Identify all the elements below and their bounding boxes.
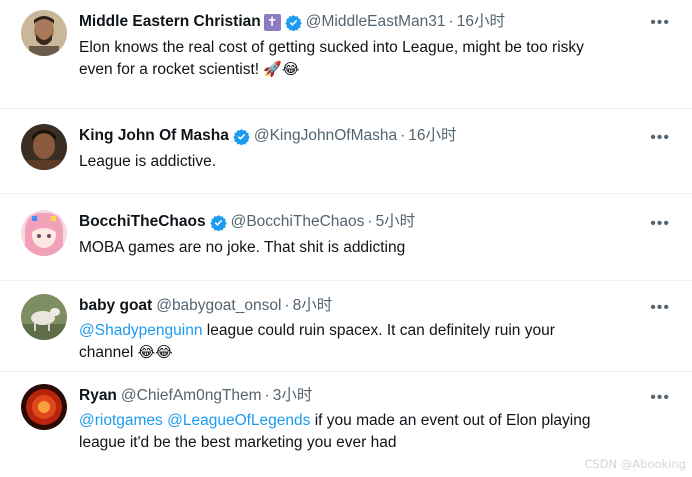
verified-badge-icon [285, 14, 302, 31]
more-options-icon[interactable]: ••• [650, 390, 670, 406]
reply-text: @Shadypenguinn league could ruin spacex.… [79, 320, 659, 364]
more-options-icon[interactable]: ••• [650, 216, 670, 232]
avatar[interactable] [21, 10, 67, 56]
handle[interactable]: @ChiefAm0ngThem [121, 386, 262, 406]
handle[interactable]: @babygoat_onsol [156, 296, 281, 316]
emoji-laugh: 😂😂 [137, 344, 173, 361]
display-name[interactable]: baby goat [79, 296, 152, 316]
mention-link[interactable]: @riotgames [79, 412, 163, 429]
reply-text: MOBA games are no joke. That shit is add… [79, 239, 406, 256]
more-options-icon[interactable]: ••• [650, 130, 670, 146]
reply-header: baby goat @babygoat_onsol · 8小时 [79, 296, 332, 316]
reply-header: King John Of Masha @KingJohnOfMasha · 16… [79, 126, 457, 146]
display-name[interactable]: King John Of Masha [79, 126, 229, 146]
divider [0, 193, 692, 194]
separator-dot: · [400, 127, 406, 144]
separator-dot: · [448, 13, 454, 30]
reply-text-fragment: channel [79, 344, 134, 361]
avatar[interactable] [21, 210, 67, 256]
separator-dot: · [264, 387, 270, 404]
timestamp[interactable]: 16小时 [457, 12, 505, 32]
watermark: CSDN @Abooking [584, 457, 686, 471]
emoji-rocket-laugh: 🚀😂 [263, 61, 300, 78]
avatar-image [21, 294, 67, 340]
more-options-icon[interactable]: ••• [650, 15, 670, 31]
separator-dot: · [367, 213, 373, 230]
mention-link[interactable]: @LeagueOfLegends [167, 412, 310, 429]
reply-header: BocchiTheChaos @BocchiTheChaos · 5小时 [79, 212, 415, 232]
divider [0, 280, 692, 281]
verified-badge-icon [233, 128, 250, 145]
avatar[interactable] [21, 294, 67, 340]
reply-text-fragment: league could ruin spacex. It can definit… [202, 322, 555, 339]
reply-text-line: @Shadypenguinn league could ruin spacex.… [79, 320, 659, 342]
reply-text: @riotgames @LeagueOfLegends if you made … [79, 410, 659, 454]
more-options-icon[interactable]: ••• [650, 300, 670, 316]
separator-dot: · [284, 297, 290, 314]
mention-link[interactable]: @Shadypenguinn [79, 322, 202, 339]
divider [0, 108, 692, 109]
reply-text-fragment: even for a rocket scientist! [79, 61, 260, 78]
reply-text-line: Elon knows the real cost of getting suck… [79, 39, 584, 56]
timestamp[interactable]: 5小时 [376, 212, 416, 232]
avatar-image [21, 124, 67, 170]
timestamp[interactable]: 8小时 [293, 296, 333, 316]
handle[interactable]: @MiddleEastMan31 [306, 12, 446, 32]
avatar-image [21, 384, 67, 430]
avatar-image [21, 10, 67, 56]
reply-text-line: even for a rocket scientist! 🚀😂 [79, 59, 659, 81]
timestamp[interactable]: 3小时 [273, 386, 313, 406]
display-name[interactable]: BocchiTheChaos [79, 212, 206, 232]
reply-header: Ryan @ChiefAm0ngThem · 3小时 [79, 386, 312, 406]
divider [0, 371, 692, 372]
reply-text-line: league it'd be the best marketing you ev… [79, 434, 397, 451]
reply-text: Elon knows the real cost of getting suck… [79, 37, 659, 81]
handle[interactable]: @KingJohnOfMasha [254, 126, 397, 146]
avatar-image [21, 210, 67, 256]
handle[interactable]: @BocchiTheChaos [231, 212, 365, 232]
display-name[interactable]: Middle Eastern Christian [79, 12, 261, 32]
cross-badge: ✝ [263, 13, 281, 31]
timestamp[interactable]: 16小时 [408, 126, 456, 146]
reply-text-fragment: if you made an event out of Elon playing [310, 412, 591, 429]
verified-badge-icon [209, 214, 227, 231]
reply-text-line: @riotgames @LeagueOfLegends if you made … [79, 410, 659, 432]
reply-text-line: channel 😂😂 [79, 342, 659, 364]
avatar[interactable] [21, 124, 67, 170]
avatar[interactable] [21, 384, 67, 430]
reply-header: Middle Eastern Christian ✝ @MiddleEastMa… [79, 12, 505, 32]
reply-text: League is addictive. [79, 153, 217, 170]
display-name[interactable]: Ryan [79, 386, 117, 406]
